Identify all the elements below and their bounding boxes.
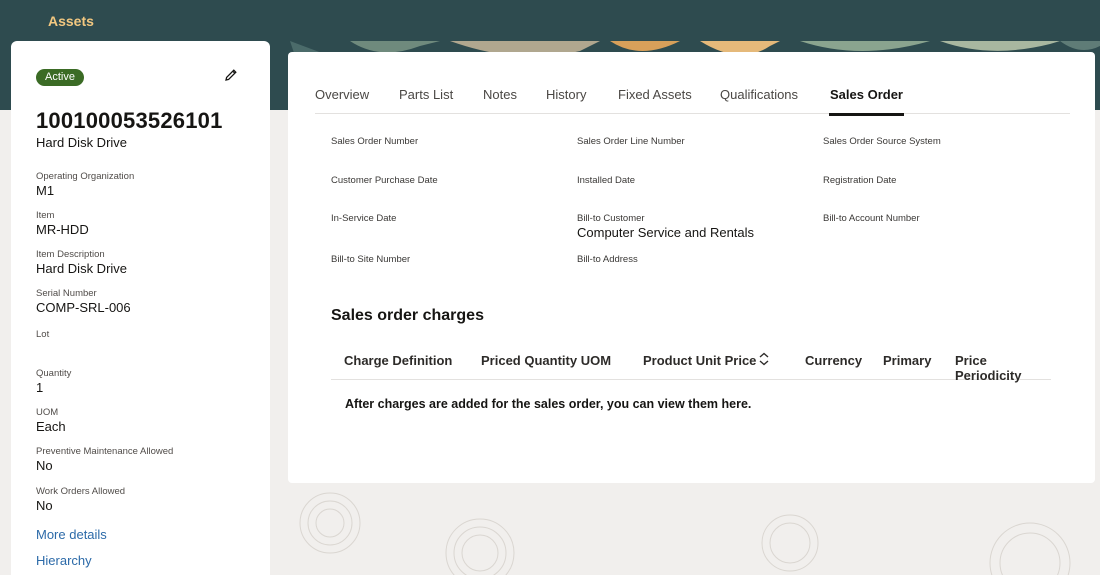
charges-empty-message: After charges are added for the sales or…: [345, 397, 752, 411]
field-label: Bill-to Site Number: [331, 254, 411, 265]
field-value: 1: [36, 380, 44, 395]
field-value: No: [36, 458, 53, 473]
field-label: Sales Order Line Number: [577, 136, 685, 147]
field-operating-organization: Operating Organization M1: [36, 171, 134, 198]
asset-description: Hard Disk Drive: [36, 135, 128, 150]
status-badge: Active: [36, 69, 84, 86]
field-value: MR-HDD: [36, 222, 89, 237]
so-field-registration-date: Registration Date: [823, 175, 896, 187]
field-item-description: Item Description Hard Disk Drive: [36, 249, 127, 276]
tab-overview[interactable]: Overview: [315, 87, 369, 102]
field-uom: UOM Each: [36, 407, 66, 434]
so-field-bill-to-site-number: Bill-to Site Number: [331, 254, 410, 266]
field-label: Lot: [36, 329, 50, 340]
column-header-price-periodicity[interactable]: Price Periodicity: [955, 353, 1051, 383]
tab-history[interactable]: History: [546, 87, 586, 102]
tab-sales-order[interactable]: Sales Order: [829, 87, 904, 116]
app-title[interactable]: Assets: [48, 13, 94, 29]
so-field-sales-order-source-system: Sales Order Source System: [823, 136, 941, 148]
field-label: UOM: [36, 407, 59, 418]
field-label: Preventive Maintenance Allowed: [36, 446, 174, 457]
field-label: Serial Number: [36, 288, 97, 299]
field-value: M1: [36, 183, 55, 198]
field-label: Registration Date: [823, 175, 897, 186]
field-value: No: [36, 498, 53, 513]
field-item: Item MR-HDD: [36, 210, 89, 237]
field-value: Hard Disk Drive: [36, 261, 128, 276]
so-field-bill-to-customer: Bill-to Customer Computer Service and Re…: [577, 213, 754, 240]
so-field-installed-date: Installed Date: [577, 175, 635, 187]
field-label: Item Description: [36, 249, 105, 260]
pencil-icon[interactable]: [223, 67, 239, 83]
field-label: Work Orders Allowed: [36, 486, 126, 497]
asset-summary-card: Active 100100053526101 Hard Disk Drive O…: [11, 41, 270, 575]
field-label: Quantity: [36, 368, 72, 379]
tab-bar: Overview Parts List Notes History Fixed …: [315, 80, 1070, 116]
charges-table-header: Charge Definition Priced Quantity UOM Pr…: [331, 344, 1051, 383]
field-label: Installed Date: [577, 175, 636, 186]
field-serial-number: Serial Number COMP-SRL-006: [36, 288, 131, 315]
tab-fixed-assets[interactable]: Fixed Assets: [618, 87, 692, 102]
field-work-orders-allowed: Work Orders Allowed No: [36, 486, 125, 513]
asset-number: 100100053526101: [36, 108, 223, 133]
so-field-in-service-date: In-Service Date: [331, 213, 396, 225]
field-label: Bill-to Account Number: [823, 213, 920, 224]
background-texture: [299, 492, 1071, 575]
field-value: Each: [36, 419, 66, 434]
tab-qualifications[interactable]: Qualifications: [720, 87, 798, 102]
column-header-currency[interactable]: Currency: [805, 353, 862, 368]
more-details-link[interactable]: More details: [36, 527, 107, 542]
field-label: Operating Organization: [36, 171, 135, 182]
so-field-bill-to-address: Bill-to Address: [577, 254, 638, 266]
field-label: Customer Purchase Date: [331, 175, 438, 186]
column-header-charge-definition[interactable]: Charge Definition: [344, 353, 452, 368]
field-label: Bill-to Customer: [577, 213, 645, 224]
so-field-sales-order-number: Sales Order Number: [331, 136, 418, 148]
field-lot: Lot: [36, 329, 49, 341]
app-header: Assets: [0, 0, 1100, 41]
field-label: Sales Order Number: [331, 136, 419, 147]
sales-order-charges-heading: Sales order charges: [331, 307, 484, 324]
so-field-customer-purchase-date: Customer Purchase Date: [331, 175, 438, 187]
sort-icon[interactable]: [758, 352, 770, 366]
field-preventive-maintenance-allowed: Preventive Maintenance Allowed No: [36, 446, 173, 473]
tab-notes[interactable]: Notes: [483, 87, 517, 102]
asset-detail-panel: Overview Parts List Notes History Fixed …: [288, 52, 1095, 483]
tab-parts-list[interactable]: Parts List: [399, 87, 453, 102]
field-label: Sales Order Source System: [823, 136, 941, 147]
hierarchy-link[interactable]: Hierarchy: [36, 553, 92, 568]
field-value: COMP-SRL-006: [36, 300, 131, 315]
column-header-priced-quantity-uom[interactable]: Priced Quantity UOM: [481, 353, 611, 368]
so-field-sales-order-line-number: Sales Order Line Number: [577, 136, 685, 148]
field-label: Item: [36, 210, 55, 221]
field-quantity: Quantity 1: [36, 368, 71, 395]
field-label: Bill-to Address: [577, 254, 638, 265]
so-field-bill-to-account-number: Bill-to Account Number: [823, 213, 920, 225]
field-value: Computer Service and Rentals: [577, 225, 755, 240]
field-label: In-Service Date: [331, 213, 397, 224]
column-header-primary[interactable]: Primary: [883, 353, 931, 368]
column-header-product-unit-price[interactable]: Product Unit Price: [643, 353, 756, 368]
